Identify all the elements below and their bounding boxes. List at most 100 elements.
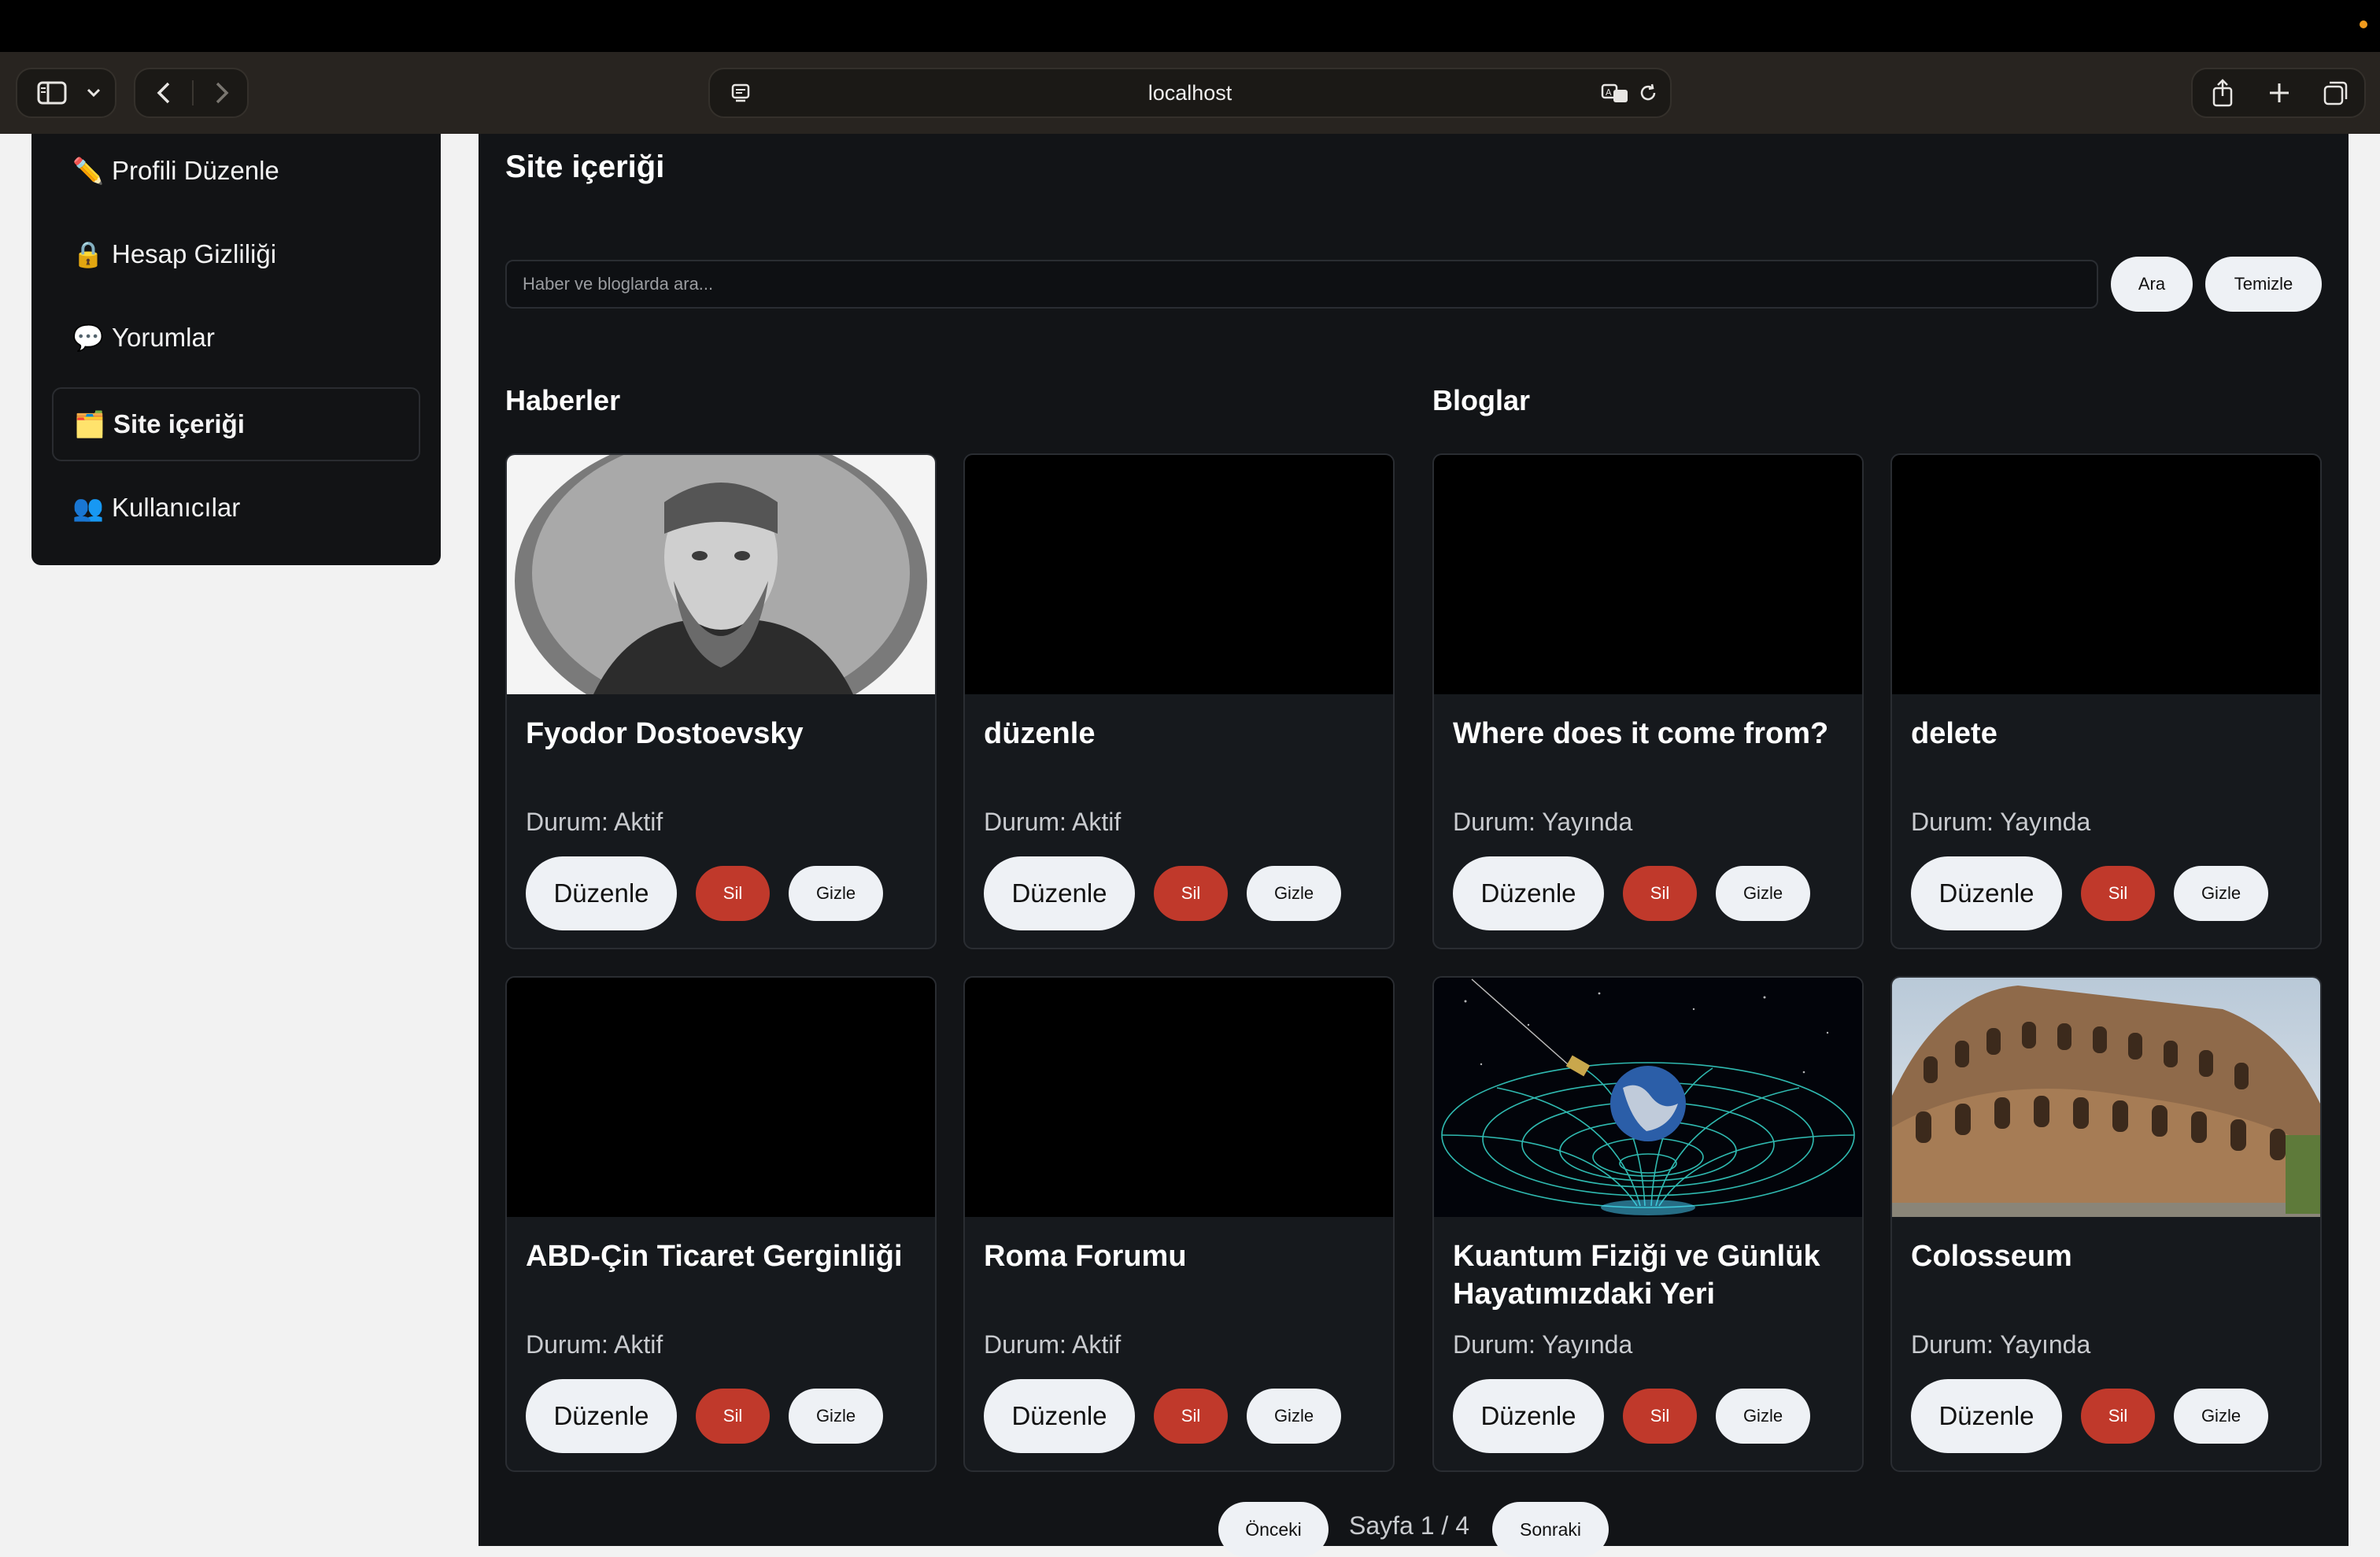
- card-image: [1434, 978, 1862, 1217]
- news-section-title: Haberler: [505, 384, 621, 416]
- delete-button[interactable]: Sil: [2081, 1389, 2155, 1444]
- hide-button[interactable]: Gizle: [789, 1389, 883, 1444]
- navigation-group: [134, 68, 249, 118]
- news-card: Fyodor Dostoevsky Durum: Aktif Düzenle S…: [505, 453, 937, 949]
- speech-bubble-icon: 💬: [72, 324, 104, 352]
- blog-card: delete Durum: Yayında Düzenle Sil Gizle: [1890, 453, 2322, 949]
- sidebar-item-users[interactable]: 👥 Kullanıcılar: [52, 471, 420, 545]
- chevron-down-icon[interactable]: [82, 69, 105, 116]
- blogs-section-title: Bloglar: [1432, 384, 1531, 416]
- next-page-button[interactable]: Sonraki: [1492, 1502, 1609, 1557]
- delete-button[interactable]: Sil: [696, 866, 770, 921]
- hide-button[interactable]: Gizle: [1716, 1389, 1810, 1444]
- translate-icon[interactable]: A: [1599, 69, 1631, 116]
- news-card: Roma Forumu Durum: Aktif Düzenle Sil Giz…: [963, 976, 1395, 1472]
- edit-button[interactable]: Düzenle: [1911, 1379, 2062, 1453]
- address-bar[interactable]: localhost A: [708, 68, 1672, 118]
- sidebar-item-label: Hesap Gizliliği: [112, 239, 277, 268]
- edit-button[interactable]: Düzenle: [1453, 1379, 1604, 1453]
- delete-button[interactable]: Sil: [1154, 1389, 1228, 1444]
- hide-button[interactable]: Gizle: [1716, 866, 1810, 921]
- card-title: delete: [1911, 717, 1998, 750]
- card-status: Durum: Aktif: [526, 808, 663, 836]
- pencil-icon: ✏️: [72, 157, 104, 185]
- sidebar-item-comments[interactable]: 💬 Yorumlar: [52, 301, 420, 375]
- card-title: Colosseum: [1911, 1240, 2072, 1273]
- system-menubar: [0, 0, 2380, 52]
- forward-icon[interactable]: [198, 69, 246, 116]
- card-image: [1892, 455, 2320, 694]
- hide-button[interactable]: Gizle: [1247, 1389, 1341, 1444]
- sidebar-item-label: Profili Düzenle: [112, 156, 279, 185]
- edit-button[interactable]: Düzenle: [526, 856, 677, 930]
- hide-button[interactable]: Gizle: [2174, 1389, 2268, 1444]
- card-title: Roma Forumu: [984, 1240, 1187, 1273]
- card-status: Durum: Yayında: [1453, 1330, 1633, 1359]
- settings-sidebar: ✏️ Profili Düzenle 🔒 Hesap Gizliliği 💬 Y…: [31, 134, 441, 565]
- card-status: Durum: Aktif: [984, 1330, 1122, 1359]
- site-content-panel: Site içeriği Ara Temizle Haberler Blogla…: [479, 134, 2349, 1557]
- delete-button[interactable]: Sil: [1623, 866, 1697, 921]
- search-button[interactable]: Ara: [2111, 257, 2193, 312]
- svg-text:A: A: [1606, 87, 1612, 98]
- tab-overview-icon[interactable]: [2312, 69, 2360, 116]
- page-indicator: Sayfa 1 / 4: [1349, 1511, 1469, 1540]
- card-image: [1434, 455, 1862, 694]
- users-icon: 👥: [72, 494, 104, 522]
- recording-indicator-icon: [2360, 20, 2367, 28]
- news-card: ABD-Çin Ticaret Gerginliği Durum: Aktif …: [505, 976, 937, 1472]
- card-title: Kuantum Fiziği ve Günlük Hayatımızdaki Y…: [1453, 1240, 1820, 1311]
- card-title: Fyodor Dostoevsky: [526, 717, 804, 750]
- lock-icon: 🔒: [72, 240, 104, 268]
- edit-button[interactable]: Düzenle: [526, 1379, 677, 1453]
- blog-card: Where does it come from? Durum: Yayında …: [1432, 453, 1864, 949]
- url-text: localhost: [1148, 81, 1232, 105]
- reload-icon[interactable]: [1632, 69, 1664, 116]
- sidebar-item-edit-profile[interactable]: ✏️ Profili Düzenle: [52, 134, 420, 208]
- folder-icon: 🗂️: [74, 410, 105, 438]
- search-input[interactable]: [505, 260, 2098, 309]
- blog-card: Colosseum Durum: Yayında Düzenle Sil Giz…: [1890, 976, 2322, 1472]
- hide-button[interactable]: Gizle: [2174, 866, 2268, 921]
- share-icon[interactable]: [2199, 69, 2246, 116]
- clear-button[interactable]: Temizle: [2205, 257, 2322, 312]
- new-tab-icon[interactable]: [2256, 69, 2303, 116]
- edit-button[interactable]: Düzenle: [1453, 856, 1604, 930]
- card-title: ABD-Çin Ticaret Gerginliği: [526, 1240, 903, 1273]
- hide-button[interactable]: Gizle: [789, 866, 883, 921]
- nav-divider: [192, 80, 194, 105]
- card-title: düzenle: [984, 717, 1096, 750]
- page-title: Site içeriği: [505, 150, 665, 184]
- card-image: [965, 978, 1393, 1217]
- sidebar-item-label: Yorumlar: [112, 323, 215, 352]
- delete-button[interactable]: Sil: [696, 1389, 770, 1444]
- delete-button[interactable]: Sil: [1154, 866, 1228, 921]
- card-status: Durum: Yayında: [1911, 808, 2091, 836]
- card-image: [1892, 978, 2320, 1217]
- card-status: Durum: Aktif: [984, 808, 1122, 836]
- browser-toolbar: localhost A: [0, 52, 2380, 134]
- card-image: [507, 455, 935, 694]
- card-status: Durum: Aktif: [526, 1330, 663, 1359]
- blog-card: Kuantum Fiziği ve Günlük Hayatımızdaki Y…: [1432, 976, 1864, 1472]
- sidebar-item-site-content[interactable]: 🗂️ Site içeriği: [52, 387, 420, 461]
- back-icon[interactable]: [140, 69, 187, 116]
- card-image: [965, 455, 1393, 694]
- edit-button[interactable]: Düzenle: [1911, 856, 2062, 930]
- sidebar-item-label: Site içeriği: [113, 409, 245, 438]
- sidebar-item-label: Kullanıcılar: [112, 493, 241, 522]
- edit-button[interactable]: Düzenle: [984, 856, 1135, 930]
- edit-button[interactable]: Düzenle: [984, 1379, 1135, 1453]
- sidebar-toggle-group: [16, 68, 116, 118]
- delete-button[interactable]: Sil: [1623, 1389, 1697, 1444]
- hide-button[interactable]: Gizle: [1247, 866, 1341, 921]
- card-status: Durum: Yayında: [1453, 808, 1633, 836]
- previous-page-button[interactable]: Önceki: [1218, 1502, 1329, 1557]
- sidebar-toggle-icon[interactable]: [28, 69, 76, 116]
- sidebar-item-account-privacy[interactable]: 🔒 Hesap Gizliliği: [52, 217, 420, 291]
- card-title: Where does it come from?: [1453, 717, 1829, 750]
- card-status: Durum: Yayında: [1911, 1330, 2091, 1359]
- news-card: düzenle Durum: Aktif Düzenle Sil Gizle: [963, 453, 1395, 949]
- delete-button[interactable]: Sil: [2081, 866, 2155, 921]
- card-image: [507, 978, 935, 1217]
